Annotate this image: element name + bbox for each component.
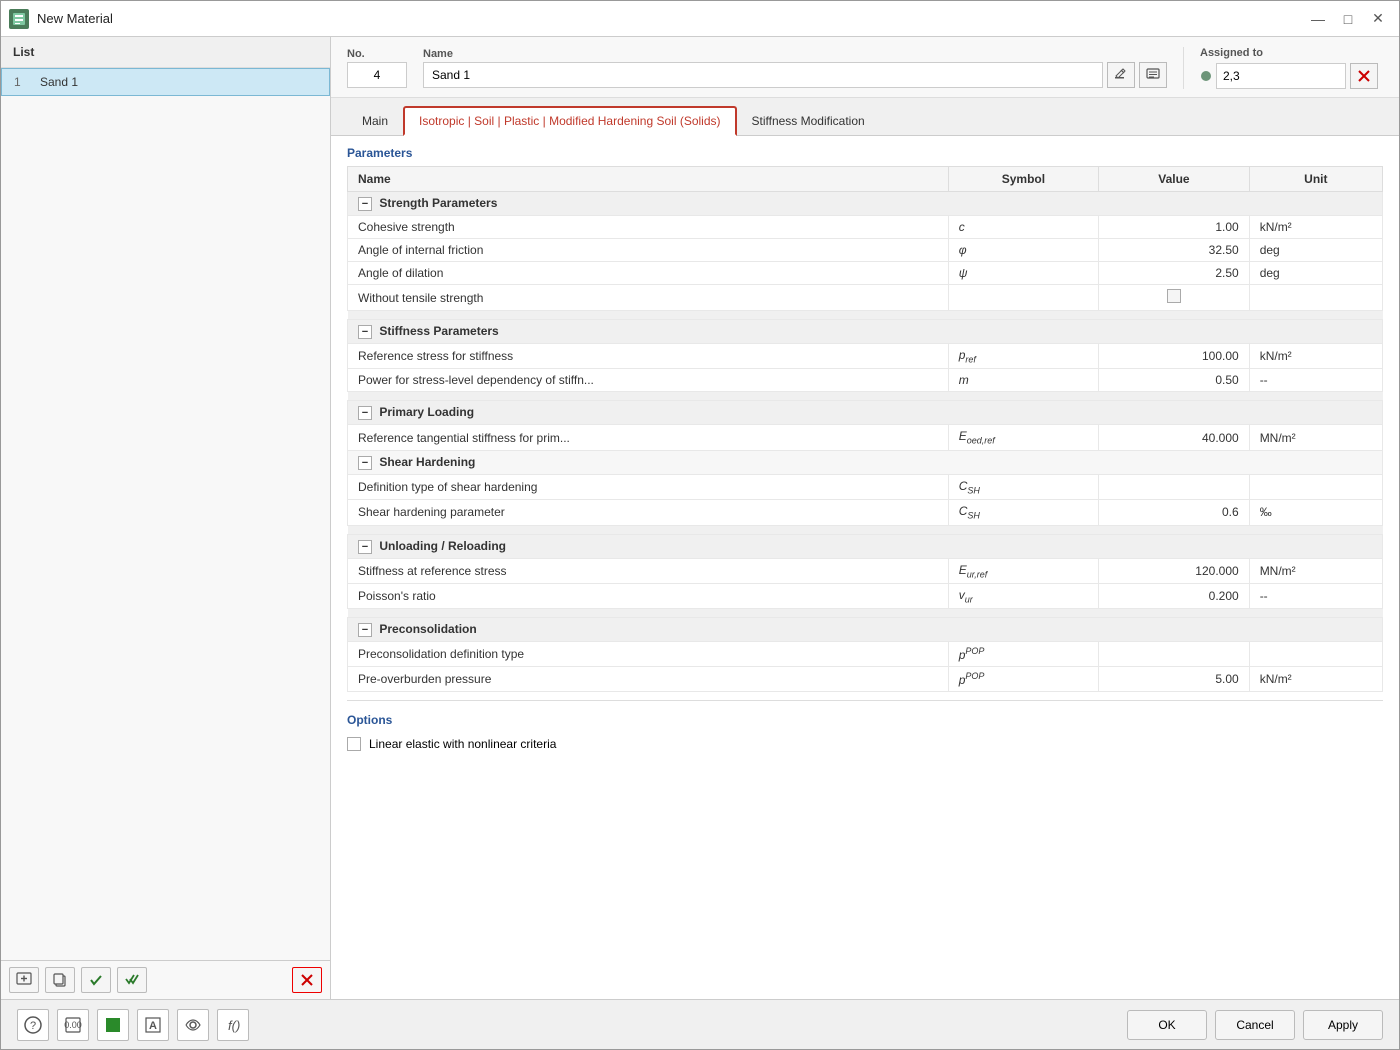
list-header: List [1,37,330,68]
clear-assigned-button[interactable] [1350,63,1378,89]
meta-row: No. Name Assigne [331,37,1399,98]
name-label: Name [423,48,1167,60]
options-row: Linear elastic with nonlinear criteria [347,733,1383,755]
tensile-checkbox[interactable] [1167,289,1181,303]
row-dilation[interactable]: Angle of dilation ψ 2.50 deg [348,262,1383,285]
row-cohesive[interactable]: Cohesive strength c 1.00 kN/m² [348,216,1383,239]
maximize-button[interactable]: □ [1335,8,1361,30]
material-item[interactable]: 1 Sand 1 [1,68,330,96]
tab-isotropic[interactable]: Isotropic | Soil | Plastic | Modified Ha… [403,106,736,136]
window-title: New Material [37,11,1297,26]
collapse-primary[interactable]: − [358,406,372,420]
group-preconsolidation: − Preconsolidation [348,618,1383,642]
text-button[interactable]: A [137,1009,169,1041]
svg-text:f(): f() [228,1018,240,1033]
new-material-window: New Material — □ ✕ List 1 Sand 1 [0,0,1400,1050]
view-button[interactable] [177,1009,209,1041]
apply-button[interactable]: Apply [1303,1010,1383,1040]
ok-button[interactable]: OK [1127,1010,1207,1040]
assigned-label: Assigned to [1200,47,1383,59]
minimize-button[interactable]: — [1305,8,1331,30]
svg-text:0.00: 0.00 [64,1020,82,1030]
check-button[interactable] [81,967,111,993]
parameters-header: Parameters [347,136,1383,166]
material-num: 1 [14,75,34,89]
collapse-preconsolidation[interactable]: − [358,623,372,637]
help-button[interactable]: ? [17,1009,49,1041]
material-list: 1 Sand 1 [1,68,330,960]
row-stiffness-ref[interactable]: Stiffness at reference stress Eur,ref 12… [348,558,1383,583]
linear-elastic-label: Linear elastic with nonlinear criteria [369,737,556,751]
no-input[interactable] [347,62,407,88]
group-unloading: − Unloading / Reloading [348,534,1383,558]
bottom-bar: ? 0.00 A f() OK Cancel Apply [1,999,1399,1049]
parameters-area: Parameters Name Symbol Value Unit [331,136,1399,999]
subgroup-shear: − Shear Hardening [348,450,1383,474]
options-header: Options [347,700,1383,733]
svg-text:?: ? [30,1020,36,1032]
tab-stiffness[interactable]: Stiffness Modification [737,107,880,135]
assigned-input[interactable] [1216,63,1346,89]
row-shear-param[interactable]: Shear hardening parameter CSH 0.6 ‰ [348,500,1383,525]
group-strength: − Strength Parameters [348,192,1383,216]
assigned-input-row [1200,63,1383,89]
col-unit: Unit [1249,167,1382,192]
row-precons-pressure[interactable]: Pre-overburden pressure pPOP 5.00 kN/m² [348,667,1383,692]
cancel-button[interactable]: Cancel [1215,1010,1295,1040]
dialog-buttons: OK Cancel Apply [1127,1010,1383,1040]
group-stiffness: − Stiffness Parameters [348,320,1383,344]
row-tangential[interactable]: Reference tangential stiffness for prim.… [348,425,1383,450]
svg-text:A: A [149,1020,157,1032]
group-primary: − Primary Loading [348,401,1383,425]
row-ref-stress[interactable]: Reference stress for stiffness pref 100.… [348,344,1383,369]
collapse-unloading[interactable]: − [358,540,372,554]
bottom-toolbar: ? 0.00 A f() [17,1009,249,1041]
main-content: List 1 Sand 1 [1,37,1399,999]
col-symbol: Symbol [948,167,1098,192]
collapse-stiffness[interactable]: − [358,325,372,339]
name-group: Name [423,48,1167,88]
title-bar: New Material — □ ✕ [1,1,1399,37]
edit-name-button[interactable] [1107,62,1135,88]
collapse-strength[interactable]: − [358,197,372,211]
tabs-row: Main Isotropic | Soil | Plastic | Modifi… [331,98,1399,136]
calc-button[interactable]: 0.00 [57,1009,89,1041]
material-name: Sand 1 [40,75,78,89]
delete-material-button[interactable] [292,967,322,993]
row-friction[interactable]: Angle of internal friction φ 32.50 deg [348,239,1383,262]
collapse-shear[interactable]: − [358,456,372,470]
close-button[interactable]: ✕ [1365,8,1391,30]
info-name-button[interactable] [1139,62,1167,88]
no-label: No. [347,48,407,60]
add-material-button[interactable] [9,967,39,993]
green-button[interactable] [97,1009,129,1041]
linear-elastic-checkbox[interactable] [347,737,361,751]
row-shear-def[interactable]: Definition type of shear hardening CSH [348,474,1383,499]
row-precons-def[interactable]: Preconsolidation definition type pPOP [348,642,1383,667]
list-footer [1,960,330,999]
col-name: Name [348,167,949,192]
name-input[interactable] [423,62,1103,88]
row-tensile[interactable]: Without tensile strength [348,285,1383,311]
col-value: Value [1099,167,1250,192]
window-controls: — □ ✕ [1305,8,1391,30]
right-panel: No. Name Assigne [331,37,1399,999]
row-poisson[interactable]: Poisson's ratio vur 0.200 -- [348,583,1383,608]
assigned-group: Assigned to [1183,47,1383,89]
check-all-button[interactable] [117,967,147,993]
app-icon [9,9,29,29]
parameters-table: Name Symbol Value Unit − Strength Parame… [347,166,1383,692]
row-power[interactable]: Power for stress-level dependency of sti… [348,369,1383,392]
tab-main[interactable]: Main [347,107,403,134]
no-group: No. [347,48,407,88]
function-button[interactable]: f() [217,1009,249,1041]
left-panel: List 1 Sand 1 [1,37,331,999]
name-input-row [423,62,1167,88]
copy-material-button[interactable] [45,967,75,993]
